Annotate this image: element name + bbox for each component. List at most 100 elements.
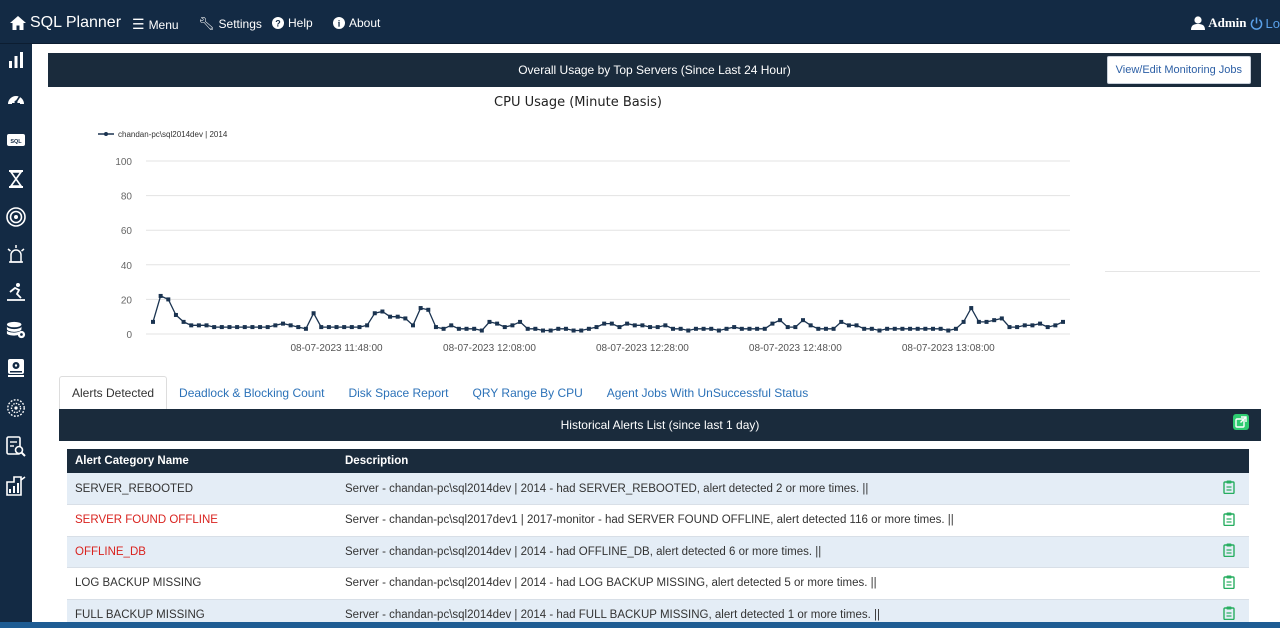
report-tabs: Alerts Detected Deadlock & Blocking Coun… <box>59 376 820 410</box>
data-point <box>586 326 591 331</box>
alert-category-cell: SERVER_REBOOTED <box>75 482 194 495</box>
data-point <box>671 326 675 331</box>
dashboard-gauge-icon[interactable] <box>6 89 26 109</box>
data-point <box>472 326 477 331</box>
data-point <box>862 326 867 331</box>
home-icon <box>10 16 26 30</box>
data-point <box>732 325 737 330</box>
tab-disk-space-report[interactable]: Disk Space Report <box>336 376 460 410</box>
data-point <box>334 325 339 330</box>
sql-icon[interactable]: SQL <box>6 130 26 150</box>
database-icon[interactable] <box>6 320 26 340</box>
performance-icon[interactable] <box>6 282 26 302</box>
power-icon[interactable] <box>1250 16 1263 30</box>
logout-link[interactable]: Lo <box>1266 16 1280 31</box>
gears-icon[interactable] <box>6 398 26 418</box>
data-point <box>686 328 691 333</box>
brand-link[interactable]: SQL Planner <box>10 14 121 32</box>
report-search-icon[interactable] <box>6 436 26 457</box>
tab-qry-range-by-cpu[interactable]: QRY Range By CPU <box>461 376 595 410</box>
data-point <box>265 325 270 330</box>
data-point <box>716 328 721 333</box>
data-point <box>617 325 622 330</box>
data-point <box>931 326 935 331</box>
report-chart-icon[interactable] <box>6 476 26 496</box>
legend-marker <box>104 132 108 136</box>
clipboard-icon[interactable] <box>1209 568 1249 600</box>
alarm-icon[interactable] <box>6 244 26 264</box>
alerts-table-body: SERVER_REBOOTED Server - chandan-pc\sql20… <box>67 473 1249 628</box>
info-icon: i <box>333 17 345 29</box>
wrench-icon: 🔧︎ <box>198 16 215 31</box>
data-point <box>1007 325 1012 330</box>
data-point <box>755 326 760 331</box>
data-point <box>411 323 415 328</box>
clipboard-icon[interactable] <box>1209 473 1249 505</box>
alert-category-cell: SERVER FOUND OFFLINE <box>75 514 218 527</box>
alerts-panel-title: Historical Alerts List (since last 1 day… <box>560 418 760 432</box>
data-point <box>770 321 775 326</box>
data-point <box>219 325 224 330</box>
table-row[interactable]: LOG BACKUP MISSING Server - chandan-pc\sq… <box>67 567 1249 600</box>
data-point <box>311 311 316 316</box>
y-tick-label: 0 <box>126 330 132 341</box>
data-point <box>747 326 752 331</box>
data-point <box>701 326 706 331</box>
data-point <box>908 326 913 331</box>
help-icon: ? <box>272 17 284 29</box>
target-icon[interactable] <box>6 207 26 227</box>
view-edit-monitoring-jobs-button[interactable]: View/Edit Monitoring Jobs <box>1106 56 1251 84</box>
data-point <box>625 321 630 326</box>
help-label: Help <box>288 16 313 30</box>
data-point <box>495 321 500 326</box>
help-link[interactable]: ? Help <box>272 16 313 30</box>
user-menu[interactable]: Admin Lo <box>1191 15 1280 31</box>
alert-description-cell: Server - chandan-pc\sql2017dev1 | 2017-m… <box>345 514 954 527</box>
table-row[interactable]: SERVER_REBOOTED Server - chandan-pc\sql20… <box>67 473 1249 505</box>
table-row[interactable]: SERVER FOUND OFFLINE Server - chandan-pc\… <box>67 504 1249 537</box>
data-point <box>1022 323 1027 328</box>
table-row[interactable]: OFFLINE_DB Server - chandan-pc\sql2014dev… <box>67 536 1249 568</box>
data-point <box>785 325 790 330</box>
data-point <box>739 326 744 331</box>
tab-agent-jobs-unsuccessful[interactable]: Agent Jobs With UnSuccessful Status <box>595 376 820 410</box>
data-point <box>449 323 454 328</box>
data-point <box>258 325 263 330</box>
data-point <box>938 326 943 331</box>
hard-drive-icon[interactable] <box>6 358 26 378</box>
data-point <box>678 326 683 331</box>
bar-chart-icon[interactable] <box>6 50 26 70</box>
data-point <box>915 326 920 331</box>
column-header-description[interactable]: Description <box>337 449 1209 473</box>
data-point <box>846 323 851 328</box>
tab-deadlock-blocking-count[interactable]: Deadlock & Blocking Count <box>167 376 336 410</box>
data-point <box>961 319 966 324</box>
clipboard-icon[interactable] <box>1209 536 1249 568</box>
hourglass-icon[interactable] <box>6 169 26 189</box>
x-tick-label: 08-07-2023 12:48:00 <box>749 343 842 354</box>
data-point <box>281 321 285 326</box>
user-icon <box>1191 16 1206 30</box>
data-point <box>456 326 461 331</box>
menu-link[interactable]: ☰ Menu <box>132 16 179 33</box>
about-link[interactable]: i About <box>333 16 380 30</box>
data-point <box>518 319 523 324</box>
data-point <box>602 321 607 326</box>
data-point <box>196 323 201 328</box>
column-header-alert-category[interactable]: Alert Category Name <box>67 449 337 473</box>
svg-text:SQL: SQL <box>10 139 22 145</box>
external-link-icon[interactable] <box>1233 414 1249 430</box>
column-header-action <box>1209 449 1249 473</box>
alert-description-cell: Server - chandan-pc\sql2014dev | 2014 - … <box>345 545 822 558</box>
settings-link[interactable]: 🔧︎ Settings <box>198 16 262 32</box>
data-point <box>342 325 347 330</box>
legend-label: chandan-pc\sql2014dev | 2014 <box>118 130 228 139</box>
clipboard-icon[interactable] <box>1209 505 1249 537</box>
data-point <box>854 323 859 328</box>
bottom-status-bar <box>0 622 1280 628</box>
user-name: Admin <box>1208 15 1247 30</box>
chart-divider <box>1105 271 1260 272</box>
data-point <box>992 318 997 323</box>
tab-alerts-detected[interactable]: Alerts Detected <box>59 376 168 410</box>
data-point <box>808 323 813 328</box>
